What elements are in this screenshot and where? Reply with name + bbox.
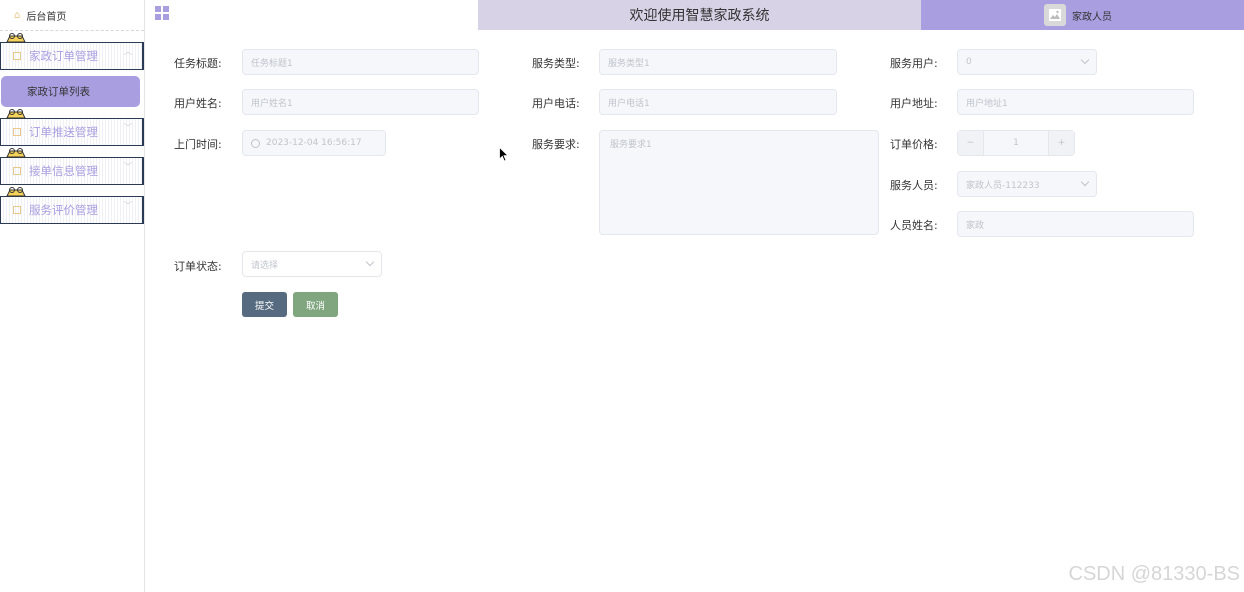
- clock-icon: [251, 138, 260, 148]
- home-icon: ⌂: [14, 9, 21, 21]
- sidebar-menu-label: 服务评价管理: [29, 203, 98, 217]
- mouse-cursor-icon: [499, 147, 509, 162]
- binder-clip-icon: [6, 148, 26, 158]
- order-price-stepper[interactable]: − 1 +: [957, 130, 1075, 156]
- sidebar-menu-label: 家政订单管理: [29, 49, 98, 63]
- service-type-label: 服务类型:: [532, 57, 580, 70]
- sidebar: ⌂ 后台首页 家政订单管理 ︿ 家政订单列表 订单推送管理 ﹀ 接单信息管理 ﹀…: [0, 0, 145, 592]
- chevron-down-icon: ﹀: [124, 123, 132, 132]
- sidebar-menu-label: 接单信息管理: [29, 164, 98, 178]
- menu-grid-icon[interactable]: [155, 6, 169, 20]
- sidebar-menu-label: 订单推送管理: [29, 125, 98, 139]
- chevron-down-icon: [1080, 55, 1090, 65]
- staff-name-input[interactable]: 家政: [957, 211, 1194, 237]
- user-phone-label: 用户电话:: [532, 97, 580, 110]
- visit-time-value: 2023-12-04 16:56:17: [266, 138, 362, 148]
- page-title: 欢迎使用智慧家政系统: [478, 0, 921, 30]
- menu-square-icon: [13, 52, 21, 60]
- plus-button[interactable]: +: [1048, 131, 1074, 155]
- chevron-up-icon: ︿: [124, 47, 132, 56]
- user-name-label: 用户姓名:: [174, 97, 222, 110]
- service-type-input[interactable]: 服务类型1: [599, 49, 837, 75]
- user-phone-input[interactable]: 用户电话1: [599, 89, 837, 115]
- chevron-down-icon: ﹀: [124, 162, 132, 171]
- service-staff-value: 家政人员-112233: [966, 180, 1040, 191]
- staff-name-label: 人员姓名:: [890, 219, 938, 232]
- chevron-down-icon: [365, 257, 375, 267]
- image-icon: [1049, 9, 1061, 21]
- user-address-input[interactable]: 用户地址1: [957, 89, 1194, 115]
- menu-square-icon: [13, 167, 21, 175]
- header-left: [145, 0, 478, 30]
- sidebar-home-label: 后台首页: [26, 11, 67, 23]
- sidebar-item-order-list[interactable]: 家政订单列表: [1, 76, 140, 107]
- sidebar-item-label: 家政订单列表: [27, 86, 90, 98]
- order-status-select[interactable]: 请选择: [242, 251, 382, 277]
- binder-clip-icon: [6, 109, 26, 119]
- sidebar-menu-accept-mgmt[interactable]: 接单信息管理 ﹀: [0, 148, 144, 185]
- chevron-down-icon: [1080, 177, 1090, 187]
- task-title-input[interactable]: 任务标题1: [242, 49, 479, 75]
- service-user-select[interactable]: 0: [957, 49, 1097, 75]
- service-staff-select[interactable]: 家政人员-112233: [957, 171, 1097, 197]
- user-address-label: 用户地址:: [890, 97, 938, 110]
- order-status-placeholder: 请选择: [251, 260, 279, 271]
- menu-square-icon: [13, 128, 21, 136]
- avatar: [1044, 4, 1066, 26]
- sidebar-menu-review-mgmt[interactable]: 服务评价管理 ﹀: [0, 187, 144, 224]
- task-title-label: 任务标题:: [174, 57, 222, 70]
- order-price-value[interactable]: 1: [984, 131, 1048, 155]
- submit-button[interactable]: 提交: [242, 292, 287, 317]
- binder-clip-icon: [6, 187, 26, 197]
- order-price-label: 订单价格:: [890, 138, 938, 151]
- order-status-label: 订单状态:: [174, 260, 222, 273]
- user-menu[interactable]: 家政人员: [921, 0, 1244, 30]
- minus-button[interactable]: −: [958, 131, 984, 155]
- sidebar-home[interactable]: ⌂ 后台首页: [0, 0, 144, 31]
- top-header: 欢迎使用智慧家政系统 家政人员: [145, 0, 1244, 30]
- service-req-label: 服务要求:: [532, 138, 580, 151]
- chevron-down-icon: ﹀: [124, 201, 132, 210]
- menu-square-icon: [13, 206, 21, 214]
- sidebar-menu-order-mgmt[interactable]: 家政订单管理 ︿: [0, 33, 144, 70]
- service-staff-label: 服务人员:: [890, 179, 938, 192]
- user-name-input[interactable]: 用户姓名1: [242, 89, 479, 115]
- service-user-value: 0: [966, 57, 972, 67]
- binder-clip-icon: [6, 33, 26, 43]
- user-role: 家政人员: [1072, 11, 1112, 23]
- service-user-label: 服务用户:: [890, 57, 938, 70]
- visit-time-label: 上门时间:: [174, 138, 222, 151]
- sidebar-menu-push-mgmt[interactable]: 订单推送管理 ﹀: [0, 109, 144, 146]
- visit-time-picker[interactable]: 2023-12-04 16:56:17: [242, 130, 386, 156]
- service-req-textarea[interactable]: 服务要求1: [599, 130, 879, 235]
- watermark: CSDN @81330-BS: [1068, 563, 1240, 585]
- cancel-button[interactable]: 取消: [293, 292, 338, 317]
